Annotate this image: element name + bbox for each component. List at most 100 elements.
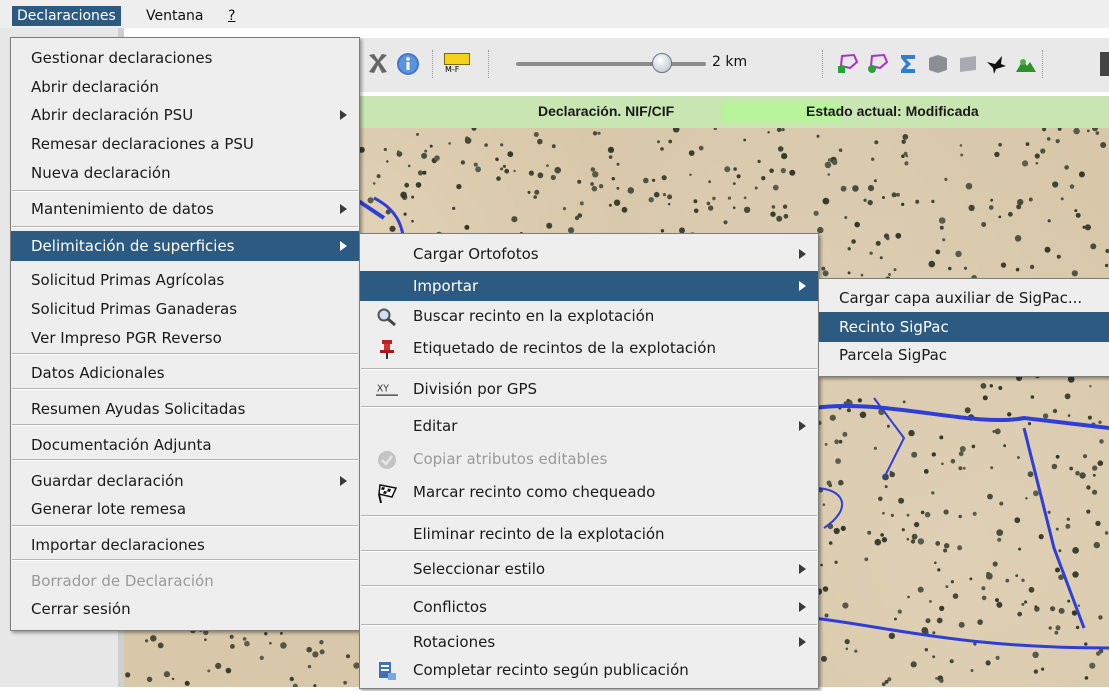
menu-separator	[12, 388, 358, 390]
menu-item-cerrar-sesion[interactable]: Cerrar sesión	[11, 594, 359, 624]
svg-text:XY: XY	[377, 384, 389, 395]
info-icon[interactable]	[396, 52, 420, 76]
scale-slider-knob[interactable]	[652, 53, 672, 73]
menu-item-delimitacion-de-superficies[interactable]: Delimitación de superficies	[11, 231, 359, 261]
menu-item-importar[interactable]: Importar	[360, 271, 818, 301]
menu-item-parcela-sigpac[interactable]: Parcela SigPac	[819, 340, 1109, 370]
menu-item-label: Abrir declaración PSU	[31, 106, 194, 124]
declaration-status-bar: Declaración. NIF/CIF Estado actual: Modi…	[360, 96, 1109, 128]
menu-item-importar-declaraciones[interactable]: Importar declaraciones	[11, 530, 359, 560]
submenu-arrow-icon	[799, 564, 806, 574]
xy-gps-icon: XY	[376, 380, 398, 400]
menu-item-etiquetado-de-recintos-de-la-explotacion[interactable]: Etiquetado de recintos de la explotación	[360, 333, 818, 363]
menu-item-label: Eliminar recinto de la explotación	[413, 525, 665, 543]
menu-item-datos-adicionales[interactable]: Datos Adicionales	[11, 358, 359, 388]
submenu-arrow-icon	[799, 281, 806, 291]
menu-item-label: Completar recinto según publicación	[413, 661, 689, 679]
menu-item-seleccionar-estilo[interactable]: Seleccionar estilo	[360, 554, 818, 584]
add-polygon-icon[interactable]	[836, 52, 860, 76]
menu-item-gestionar-declaraciones[interactable]: Gestionar declaraciones	[11, 43, 359, 73]
terrain-icon[interactable]	[1014, 52, 1038, 76]
menu-item-label: Mantenimiento de datos	[31, 200, 214, 218]
edit-polygon-icon[interactable]	[866, 52, 890, 76]
menu-ventana[interactable]: Ventana	[141, 6, 209, 26]
menu-item-abrir-declaracion[interactable]: Abrir declaración	[11, 72, 359, 102]
menu-item-label: Etiquetado de recintos de la explotación	[413, 339, 716, 357]
magnifier-icon	[376, 307, 398, 327]
menu-item-rotaciones[interactable]: Rotaciones	[360, 627, 818, 657]
menu-item-resumen-ayudas-solicitadas[interactable]: Resumen Ayudas Solicitadas	[11, 394, 359, 424]
menu-item-cargar-capa-auxiliar-de-sigpac[interactable]: Cargar capa auxiliar de SigPac...	[819, 283, 1109, 313]
menu-declaraciones[interactable]: Declaraciones	[12, 6, 121, 26]
menu-item-label: Datos Adicionales	[31, 364, 165, 382]
menu-item-mantenimiento-de-datos[interactable]: Mantenimiento de datos	[11, 194, 359, 224]
menu-item-editar[interactable]: Editar	[360, 411, 818, 441]
submenu-arrow-icon	[799, 602, 806, 612]
menu-item-label: Editar	[413, 417, 458, 435]
menu-separator	[12, 353, 358, 355]
menu-separator	[12, 226, 358, 228]
parcel-tool-icon[interactable]	[926, 52, 950, 76]
menu-item-label: Cargar capa auxiliar de SigPac...	[839, 289, 1083, 307]
menu-item-nueva-declaracion[interactable]: Nueva declaración	[11, 158, 359, 188]
menu-item-recinto-sigpac[interactable]: Recinto SigPac	[819, 312, 1109, 342]
importar-submenu: Cargar capa auxiliar de SigPac... Recinto…	[818, 278, 1109, 377]
ruler-icon[interactable]: M-F	[444, 51, 470, 77]
menu-separator	[361, 585, 817, 587]
bird-icon[interactable]	[984, 52, 1008, 76]
menu-separator	[12, 190, 358, 192]
menu-item-guardar-declaracion[interactable]: Guardar declaración	[11, 466, 359, 496]
menu-item-marcar-recinto-como-chequeado[interactable]: Marcar recinto como chequeado	[360, 477, 818, 507]
toolbar-separator	[432, 50, 435, 78]
sum-icon[interactable]	[896, 52, 920, 76]
menu-item-ver-impreso-pgr-reverso[interactable]: Ver Impreso PGR Reverso	[11, 323, 359, 353]
scale-slider-track[interactable]	[516, 62, 706, 66]
menu-item-label: Rotaciones	[413, 633, 496, 651]
menu-item-solicitud-primas-agricolas[interactable]: Solicitud Primas Agrícolas	[11, 265, 359, 295]
menu-item-label: Remesar declaraciones a PSU	[31, 135, 254, 153]
menu-item-label: Importar declaraciones	[31, 536, 205, 554]
menu-item-label: División por GPS	[413, 380, 538, 398]
menu-item-label: Recinto SigPac	[839, 318, 949, 336]
menu-item-cargar-ortofotos[interactable]: Cargar Ortofotos	[360, 239, 818, 269]
declaration-nif-label: Declaración. NIF/CIF	[538, 103, 675, 119]
menu-item-buscar-recinto-en-la-explotacion[interactable]: Buscar recinto en la explotación	[360, 301, 818, 331]
submenu-arrow-icon	[340, 241, 347, 251]
menu-item-generar-lote-remesa[interactable]: Generar lote remesa	[11, 494, 359, 524]
menu-item-label: Documentación Adjunta	[31, 436, 212, 454]
menu-item-label: Seleccionar estilo	[413, 560, 546, 578]
document-edit-icon	[376, 661, 398, 681]
menu-item-completar-recinto-segun-publicacion[interactable]: Completar recinto según publicación	[360, 655, 818, 685]
menu-item-label: Conflictos	[413, 598, 487, 616]
toolbar-overflow-icon[interactable]	[1100, 52, 1109, 76]
toolbar-separator	[822, 50, 825, 78]
scale-label: 2 km	[712, 54, 748, 70]
pan-tool-icon[interactable]	[366, 52, 390, 76]
delimitacion-submenu: Cargar Ortofotos Importar Buscar recinto e…	[359, 233, 819, 689]
menu-item-documentacion-adjunta[interactable]: Documentación Adjunta	[11, 430, 359, 460]
menu-item-label: Abrir declaración	[31, 78, 159, 96]
menu-item-label: Delimitación de superficies	[31, 237, 235, 255]
map-toolbar: M-F 2 km	[360, 38, 1109, 92]
submenu-arrow-icon	[799, 249, 806, 259]
menu-item-label: Copiar atributos editables	[413, 450, 608, 468]
menu-item-label: Buscar recinto en la explotación	[413, 307, 655, 325]
layer-icon[interactable]	[956, 52, 980, 76]
menu-help[interactable]: ?	[223, 6, 240, 26]
menu-item-abrir-declaracion-psu[interactable]: Abrir declaración PSU	[11, 100, 359, 130]
menu-item-label: Solicitud Primas Ganaderas	[31, 300, 238, 318]
menu-item-label: Ver Impreso PGR Reverso	[31, 329, 222, 347]
menu-separator	[361, 368, 817, 370]
menu-separator	[361, 515, 817, 517]
menu-bar: Declaraciones Ventana ?	[0, 0, 1109, 28]
pushpin-icon	[376, 339, 398, 359]
menu-item-conflictos[interactable]: Conflictos	[360, 592, 818, 622]
menu-item-remesar-declaraciones-a-psu[interactable]: Remesar declaraciones a PSU	[11, 129, 359, 159]
checkered-flag-icon	[376, 483, 398, 504]
menu-item-eliminar-recinto-de-la-explotacion[interactable]: Eliminar recinto de la explotación	[360, 519, 818, 549]
toolbar-separator	[488, 50, 491, 78]
menu-item-solicitud-primas-ganaderas[interactable]: Solicitud Primas Ganaderas	[11, 294, 359, 324]
menu-item-division-por-gps[interactable]: XY División por GPS	[360, 374, 818, 404]
menu-item-label: Parcela SigPac	[839, 346, 948, 364]
menu-item-label: Solicitud Primas Agrícolas	[31, 271, 225, 289]
